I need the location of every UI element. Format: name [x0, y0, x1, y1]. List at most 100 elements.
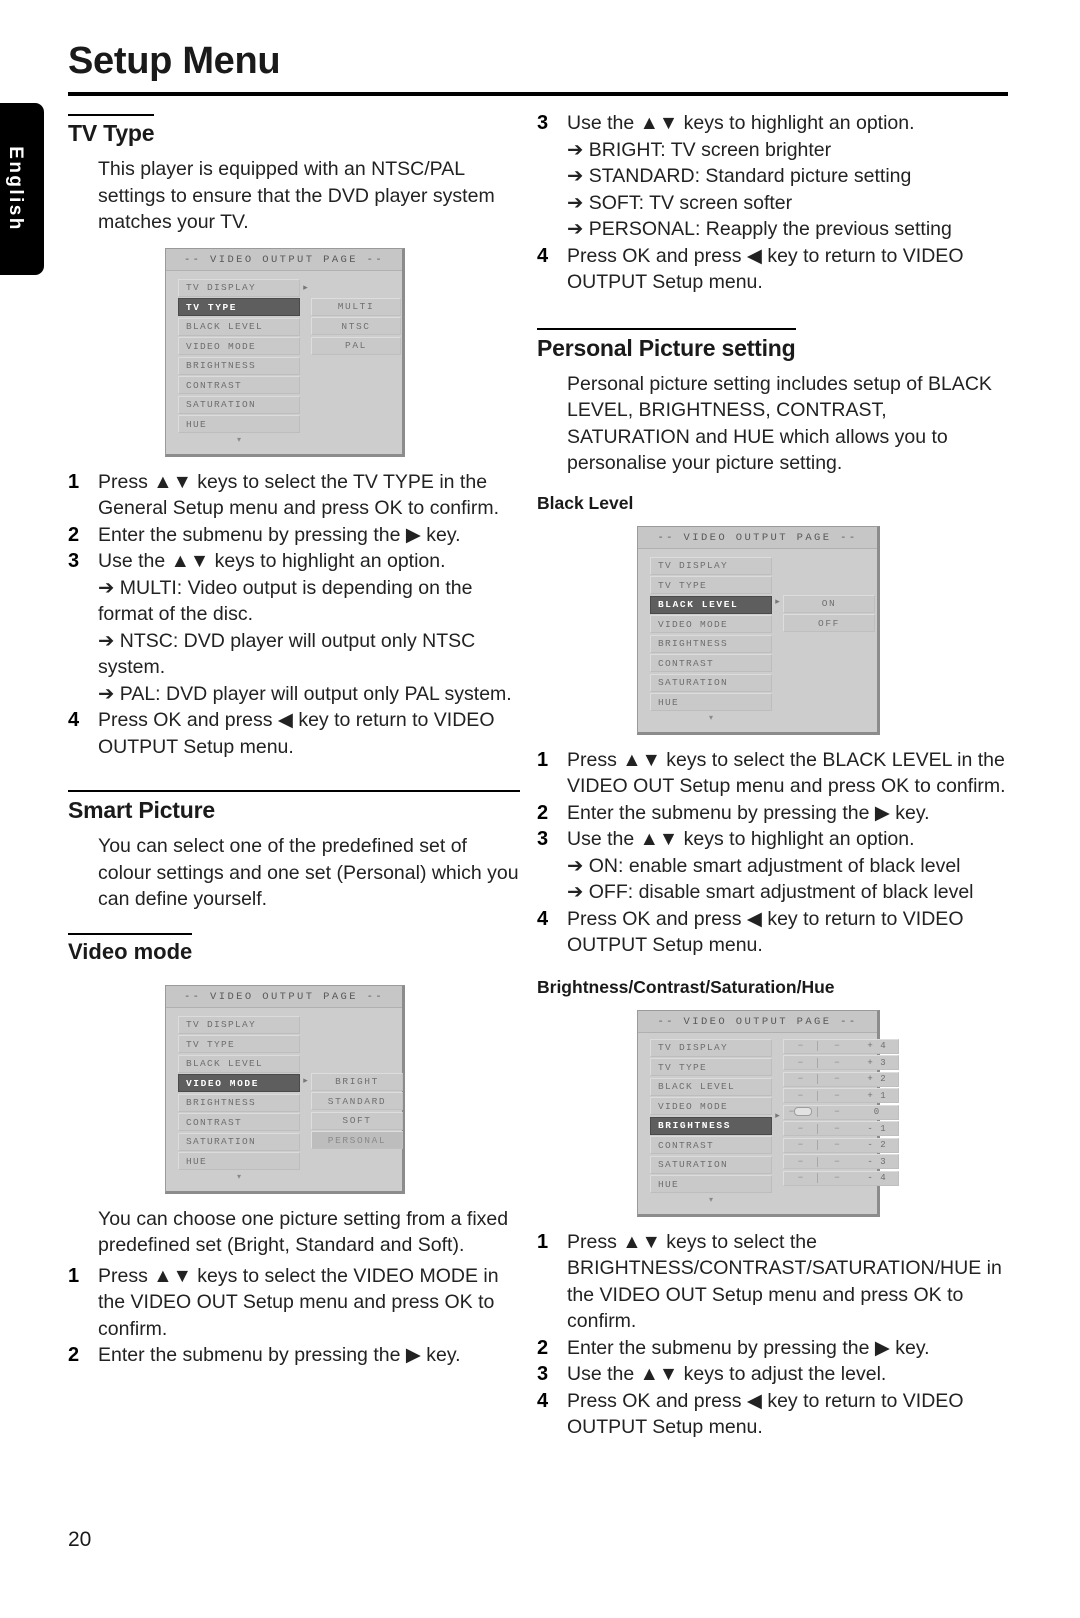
tv-type-intro: This player is equipped with an NTSC/PAL…: [98, 158, 495, 233]
step-text: Press OK and press ◀ key to return to VI…: [98, 709, 495, 758]
level-value: - 1: [867, 1123, 887, 1134]
level-value: - 2: [867, 1140, 887, 1150]
step-text: Enter the submenu by pressing the ▶ key.: [567, 1336, 930, 1359]
step-number: 3: [537, 1363, 549, 1385]
osd-header: -- VIDEO OUTPUT PAGE --: [166, 985, 402, 1008]
bcsh-steps: 1 Press ▲▼ keys to select the BRIGHTNESS/…: [537, 1229, 1008, 1441]
osd-menu-item-selected: BRIGHTNESS: [650, 1116, 772, 1135]
level-value: - 3: [867, 1156, 887, 1167]
step-text: Press OK and press ◀ key to return to VI…: [567, 907, 964, 957]
level-value-current: 0: [873, 1107, 881, 1117]
osd-menu-item: SATURATION: [178, 395, 300, 414]
osd-menu-item: TV TYPE: [178, 1035, 300, 1053]
bullet-item: ➔ MULTI: Video output is depending on th…: [98, 576, 473, 626]
step-number: 1: [537, 1230, 549, 1253]
osd-header: -- VIDEO OUTPUT PAGE --: [638, 526, 877, 549]
step-item: 4 Press OK and press ◀ key to return to V…: [68, 707, 520, 760]
step-text: Use the ▲▼ keys to highlight an option.: [567, 828, 915, 850]
manual-page: English Setup Menu TV Type This player i…: [0, 0, 1080, 1618]
osd-header: -- VIDEO OUTPUT PAGE --: [638, 1010, 877, 1033]
osd-menu-item: TV DISPLAY: [650, 1038, 772, 1057]
level-value: + 3: [867, 1057, 887, 1068]
step-number: 1: [68, 470, 80, 493]
osd-menu-item-selected: VIDEO MODE: [178, 1074, 300, 1092]
bullet-item: ➔ STANDARD: Standard picture setting: [567, 165, 912, 187]
osd-option-highlighted: PERSONAL: [311, 1131, 403, 1149]
osd-screenshot-black-level: -- VIDEO OUTPUT PAGE -- TV DISPLAY TV TY…: [637, 525, 880, 735]
step-item: 2 Enter the submenu by pressing the ▶ key…: [68, 1342, 520, 1369]
left-column: TV Type This player is equipped with an …: [68, 110, 520, 1369]
level-plus-icon: −: [834, 1123, 840, 1134]
osd-menu-item: CONTRAST: [650, 654, 772, 672]
bullet-item: ➔ BRIGHT: TV screen brighter: [567, 138, 832, 161]
smart-picture-intro: You can select one of the predefined set…: [98, 835, 519, 910]
osd-option: NTSC: [311, 317, 401, 335]
osd-option: STANDARD: [311, 1092, 403, 1110]
level-plus-icon: −: [834, 1156, 840, 1167]
step-item: 2 Enter the submenu by pressing the ▶ key…: [537, 1335, 1008, 1362]
level-minus-icon: −: [784, 1140, 818, 1150]
scroll-down-icon: ▾: [236, 434, 241, 444]
heading-brightness-contrast-saturation-hue: Brightness/Contrast/Saturation/Hue: [537, 976, 835, 997]
osd-header: -- VIDEO OUTPUT PAGE --: [166, 248, 402, 271]
heading-black-level: Black Level: [537, 492, 634, 513]
level-minus-icon: −: [784, 1041, 818, 1051]
osd-body: TV DISPLAY TV TYPE BLACK LEVEL VIDEO MOD…: [638, 1033, 899, 1214]
osd-level-row: − − - 2: [783, 1137, 899, 1153]
osd-menu-item: HUE: [650, 693, 772, 711]
osd-menu-item: VIDEO MODE: [178, 337, 300, 355]
osd-option: MULTI: [311, 297, 401, 316]
submenu-caret-icon: ▸: [303, 1074, 308, 1085]
level-minus-icon: −: [784, 1173, 818, 1183]
osd-level-row: − − + 2: [783, 1071, 899, 1087]
level-minus-icon: −: [784, 1074, 818, 1084]
bullet-item: ➔ ON: enable smart adjustment of black l…: [567, 854, 961, 877]
language-tab: English: [0, 103, 44, 275]
step-number: 2: [68, 1344, 80, 1366]
heading-tv-type: TV Type: [68, 114, 155, 147]
osd-menu-list: TV DISPLAY TV TYPE BLACK LEVEL VIDEO MOD…: [178, 278, 300, 444]
step-number: 3: [537, 828, 549, 850]
step-text: Enter the submenu by pressing the ▶ key.: [98, 1344, 461, 1366]
heading-smart-picture: Smart Picture: [68, 790, 520, 824]
osd-menu-item: BLACK LEVEL: [178, 1054, 300, 1073]
step-number: 2: [537, 1336, 549, 1359]
step-number: 1: [68, 1264, 80, 1287]
heading-video-mode: Video mode: [68, 932, 193, 965]
osd-menu-item: BLACK LEVEL: [650, 1077, 772, 1096]
step-text: Use the ▲▼ keys to highlight an option.: [567, 112, 915, 134]
osd-level-row: − − - 4: [783, 1170, 899, 1186]
level-value: + 2: [867, 1074, 887, 1084]
osd-menu-item: SATURATION: [178, 1132, 300, 1151]
step-item: 2 Enter the submenu by pressing the ▶ key…: [537, 800, 1008, 827]
osd-option-list: ON OFF: [783, 557, 875, 634]
osd-menu-list: TV DISPLAY TV TYPE BLACK LEVEL VIDEO MOD…: [650, 1038, 772, 1204]
osd-menu-item: BRIGHTNESS: [178, 1093, 300, 1112]
step-item: 3 Use the ▲▼ keys to adjust the level.: [537, 1361, 1008, 1388]
osd-menu-item: TV TYPE: [650, 576, 772, 594]
osd-menu-item: CONTRAST: [178, 376, 300, 394]
video-mode-steps: 1 Press ▲▼ keys to select the VIDEO MODE …: [68, 1263, 520, 1369]
step-text: Press OK and press ◀ key to return to VI…: [567, 244, 964, 294]
osd-option: PAL: [311, 336, 401, 355]
step-item: 3 Use the ▲▼ keys to highlight an option.: [537, 826, 1008, 853]
level-plus-icon: −: [834, 1041, 840, 1051]
level-value: - 4: [867, 1173, 887, 1183]
step-number: 2: [68, 523, 80, 546]
step-text: Press ▲▼ keys to select the BLACK LEVEL …: [567, 748, 1006, 798]
osd-menu-item: TV TYPE: [650, 1058, 772, 1076]
scroll-down-icon: ▾: [708, 1194, 713, 1204]
osd-menu-item: TV DISPLAY: [650, 556, 772, 575]
step-text: Enter the submenu by pressing the ▶ key.: [98, 523, 461, 546]
step-number: 3: [537, 112, 549, 134]
osd-menu-item: HUE: [178, 415, 300, 433]
step-text: Press ▲▼ keys to select the VIDEO MODE i…: [98, 1264, 499, 1340]
scroll-down-icon: ▾: [708, 712, 713, 722]
level-plus-icon: −: [834, 1140, 840, 1150]
osd-menu-list: TV DISPLAY TV TYPE BLACK LEVEL VIDEO MOD…: [650, 556, 772, 722]
osd-menu-item: BRIGHTNESS: [178, 356, 300, 375]
osd-menu-item: SATURATION: [650, 1155, 772, 1174]
step-text: Press ▲▼ keys to select the TV TYPE in t…: [98, 470, 500, 520]
osd-screenshot-brightness: -- VIDEO OUTPUT PAGE -- TV DISPLAY TV TY…: [637, 1009, 899, 1217]
osd-level-row-current: − − 0: [783, 1104, 899, 1120]
